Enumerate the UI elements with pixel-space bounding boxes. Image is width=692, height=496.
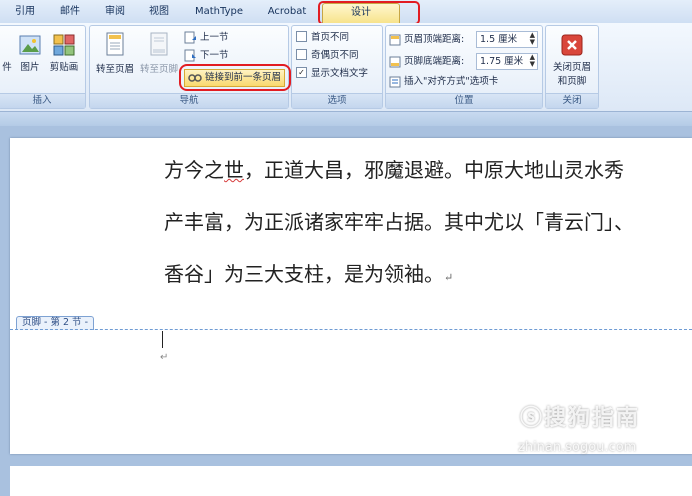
footer-section-label: 页脚 - 第 2 节 - bbox=[16, 316, 94, 330]
close-header-footer-button[interactable]: 关闭页眉 和页脚 bbox=[548, 34, 596, 87]
text-run: 香谷」为三大支柱，是为领袖。 bbox=[164, 262, 444, 286]
close-group: 关闭页眉 和页脚 关闭 bbox=[545, 25, 599, 109]
picture-label: 图片 bbox=[20, 62, 40, 73]
tab-review[interactable]: 审阅 bbox=[100, 4, 130, 20]
clipart-label: 剪贴画 bbox=[49, 62, 79, 73]
insert-item-button[interactable]: 件 bbox=[0, 34, 15, 73]
clipart-icon bbox=[53, 34, 75, 56]
goto-header-icon bbox=[106, 32, 124, 56]
document-icon bbox=[2, 34, 12, 56]
checkbox-checked[interactable]: ✓ bbox=[296, 67, 307, 78]
options-group: 首页不同 奇偶页不同 ✓ 显示文档文字 选项 bbox=[291, 25, 383, 109]
body-text-line-3[interactable]: 香谷」为三大支柱，是为领袖。↵ bbox=[164, 258, 453, 287]
next-page bbox=[10, 466, 692, 496]
footer-bottom-distance-label-row: 页脚底端距离: bbox=[389, 54, 464, 70]
goto-header-button[interactable]: 转至页眉 bbox=[94, 32, 136, 75]
insert-alignment-tab-label: 插入"对齐方式"选项卡 bbox=[404, 76, 499, 87]
checkbox-box[interactable] bbox=[296, 31, 307, 42]
goto-footer-icon bbox=[150, 32, 168, 56]
next-section-label: 下一节 bbox=[200, 50, 229, 61]
position-group-name: 位置 bbox=[386, 93, 542, 108]
checkbox-box[interactable] bbox=[296, 49, 307, 60]
prev-section-button[interactable]: 上一节 bbox=[184, 30, 229, 46]
body-text-line-1[interactable]: 方今之世，正道大昌，邪魔退避。中原大地山灵水秀 bbox=[164, 154, 624, 183]
clipart-button[interactable]: 剪贴画 bbox=[45, 34, 83, 73]
tab-highlight-box bbox=[318, 1, 420, 25]
show-document-text-label: 显示文档文字 bbox=[311, 68, 369, 79]
ribbon: 件 图片 剪贴画 插入 转至页眉 转至页脚 上一节 下一节 链接到前一条页眉 导… bbox=[0, 23, 692, 112]
footer-bottom-distance-value: 1.75 厘米 bbox=[480, 56, 524, 67]
navigation-group-name: 导航 bbox=[90, 93, 288, 108]
insert-alignment-tab-button[interactable]: 插入"对齐方式"选项卡 bbox=[389, 74, 498, 90]
tab-references[interactable]: 引用 bbox=[10, 4, 40, 20]
tab-view[interactable]: 视图 bbox=[144, 4, 174, 20]
tab-acrobat[interactable]: Acrobat bbox=[262, 4, 312, 20]
close-header-footer-label-2: 和页脚 bbox=[557, 76, 587, 87]
insert-group-name: 插入 bbox=[0, 93, 85, 108]
footer-paragraph-mark: ↵ bbox=[160, 352, 169, 363]
next-section-button[interactable]: 下一节 bbox=[184, 48, 229, 64]
picture-button[interactable]: 图片 bbox=[17, 34, 43, 73]
spinner-arrows-icon[interactable]: ▲ ▼ bbox=[530, 54, 535, 68]
goto-footer-label: 转至页脚 bbox=[139, 64, 178, 75]
body-text-line-2[interactable]: 产丰富，为正派诸家牢牢占据。其中尤以「青云门」、 bbox=[164, 206, 634, 235]
position-group: 页眉顶端距离: 1.5 厘米 ▲ ▼ 页脚底端距离: 1.75 厘米 ▲ ▼ 插入"… bbox=[385, 25, 543, 109]
footer-bottom-distance-input[interactable]: 1.75 厘米 ▲ ▼ bbox=[476, 53, 538, 70]
first-page-different-label: 首页不同 bbox=[311, 32, 350, 43]
show-document-text-checkbox[interactable]: ✓ 显示文档文字 bbox=[296, 66, 368, 82]
alignment-tab-icon bbox=[389, 76, 401, 87]
prev-section-label: 上一节 bbox=[200, 32, 229, 43]
prev-section-icon bbox=[184, 31, 196, 44]
odd-even-different-label: 奇偶页不同 bbox=[311, 50, 359, 61]
header-top-distance-value: 1.5 厘米 bbox=[480, 34, 518, 45]
close-header-footer-label-1: 关闭页眉 bbox=[552, 62, 591, 73]
options-group-name: 选项 bbox=[292, 93, 382, 108]
spinner-arrows-icon[interactable]: ▲ ▼ bbox=[530, 32, 535, 46]
link-highlight-box bbox=[179, 64, 291, 91]
sogou-watermark-url: zhinan.sogou.com bbox=[518, 440, 637, 455]
header-top-distance-label-row: 页眉顶端距离: bbox=[389, 32, 464, 48]
footer-bottom-distance-label: 页脚底端距离: bbox=[404, 56, 465, 67]
close-group-name: 关闭 bbox=[546, 93, 598, 108]
text-cursor bbox=[162, 331, 163, 348]
next-section-icon bbox=[184, 49, 196, 62]
ruler-band bbox=[0, 112, 692, 126]
goto-header-label: 转至页眉 bbox=[95, 64, 134, 75]
tab-mathtype[interactable]: MathType bbox=[189, 4, 249, 20]
text-run: 方今之 bbox=[164, 158, 224, 182]
text-run: ，正道大昌，邪魔退避。中原大地山灵水秀 bbox=[244, 158, 624, 182]
sogou-watermark: ⓢ搜狗指南 bbox=[520, 406, 641, 431]
first-page-different-checkbox[interactable]: 首页不同 bbox=[296, 30, 349, 46]
odd-even-different-checkbox[interactable]: 奇偶页不同 bbox=[296, 48, 359, 64]
header-position-icon bbox=[389, 34, 401, 45]
footer-boundary-line bbox=[10, 329, 692, 330]
goto-footer-button[interactable]: 转至页脚 bbox=[138, 32, 180, 75]
text-run-spellcheck: 世 bbox=[224, 158, 244, 182]
picture-icon bbox=[19, 35, 41, 55]
insert-item-label: 件 bbox=[2, 62, 12, 73]
footer-position-icon bbox=[389, 56, 401, 67]
paragraph-mark: ↵ bbox=[444, 271, 454, 284]
tab-mailings[interactable]: 邮件 bbox=[55, 4, 85, 20]
close-icon bbox=[561, 34, 583, 56]
insert-group: 件 图片 剪贴画 插入 bbox=[0, 25, 86, 109]
header-top-distance-input[interactable]: 1.5 厘米 ▲ ▼ bbox=[476, 31, 538, 48]
header-top-distance-label: 页眉顶端距离: bbox=[404, 34, 465, 45]
